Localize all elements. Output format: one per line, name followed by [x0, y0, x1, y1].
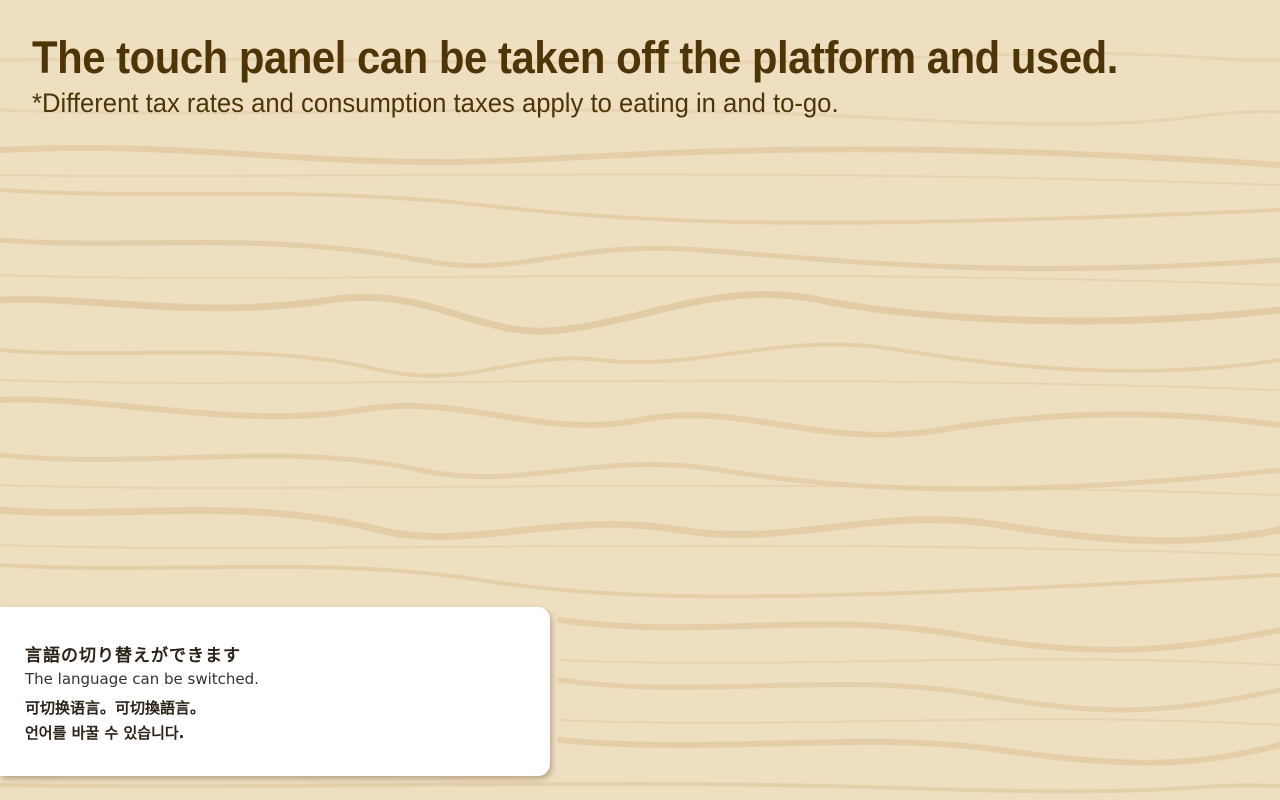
language-switch-english: The language can be switched.	[25, 670, 259, 688]
header: The touch panel can be taken off the pla…	[32, 30, 1252, 120]
headline: The touch panel can be taken off the pla…	[32, 32, 1118, 83]
language-switch-japanese: 言語の切り替えができます	[25, 646, 241, 666]
language-switch-korean: 언어를 바꿀 수 있습니다.	[25, 724, 185, 742]
language-switch-chinese: 可切换语言。可切換語言。	[25, 699, 206, 717]
language-switch-card[interactable]	[0, 607, 550, 776]
tax-notice: *Different tax rates and consumption tax…	[32, 88, 839, 118]
